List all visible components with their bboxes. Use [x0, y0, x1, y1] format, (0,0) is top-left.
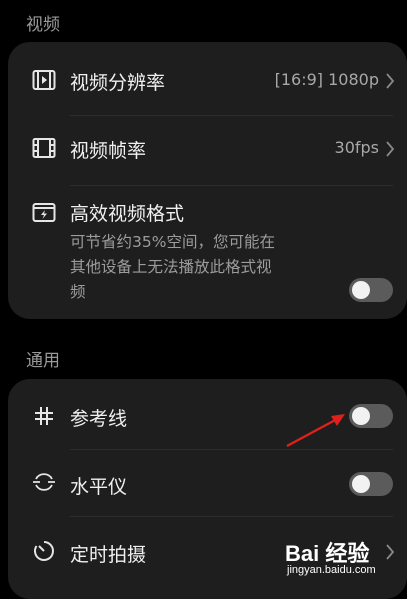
- chevron-right-icon: [386, 141, 395, 157]
- grid-label: 参考线: [70, 408, 128, 430]
- section-title-video: 视频: [26, 15, 60, 35]
- description-line: 其他设备上无法播放此格式视: [70, 258, 272, 276]
- level-row: 水平仪: [8, 450, 407, 516]
- efficient-format-row: 高效视频格式 可节省约35%空间，您可能在 其他设备上无法播放此格式视 频: [8, 186, 407, 319]
- video-framerate-row[interactable]: 视频帧率 30fps: [8, 116, 407, 182]
- section-title-general: 通用: [26, 351, 60, 371]
- description-line: 可节省约35%空间，您可能在: [70, 233, 275, 251]
- video-framerate-label: 视频帧率: [70, 140, 147, 162]
- chevron-right-icon: [386, 73, 395, 89]
- efficient-format-label: 高效视频格式: [70, 203, 185, 225]
- timer-label: 定时拍摄: [70, 544, 147, 566]
- video-framerate-value: 30fps: [334, 138, 379, 157]
- efficient-video-icon: [30, 198, 58, 226]
- level-icon: [30, 468, 58, 496]
- video-resolution-label: 视频分辨率: [70, 72, 166, 94]
- efficient-format-description: 可节省约35%空间，您可能在 其他设备上无法播放此格式视 频: [70, 230, 342, 305]
- timer-icon: [30, 537, 58, 565]
- video-resolution-row[interactable]: 视频分辨率 [16:9] 1080p: [8, 42, 407, 120]
- level-toggle[interactable]: [349, 472, 393, 496]
- level-label: 水平仪: [70, 476, 128, 498]
- grid-toggle[interactable]: [349, 404, 393, 428]
- efficient-format-toggle[interactable]: [349, 278, 393, 302]
- video-settings-card: 视频分辨率 [16:9] 1080p 视频帧率 30fps 高效视频格式 可节省…: [8, 42, 407, 319]
- video-resolution-value: [16:9] 1080p: [274, 70, 379, 89]
- annotation-arrow-icon: [286, 414, 345, 448]
- video-resolution-icon: [30, 66, 58, 94]
- film-strip-icon: [30, 134, 58, 162]
- grid-icon: [30, 402, 58, 430]
- description-line: 频: [70, 283, 86, 301]
- watermark-url: jingyan.baidu.com: [287, 564, 376, 576]
- baidu-watermark: Bai 经验 jingyan.baidu.com: [285, 530, 407, 583]
